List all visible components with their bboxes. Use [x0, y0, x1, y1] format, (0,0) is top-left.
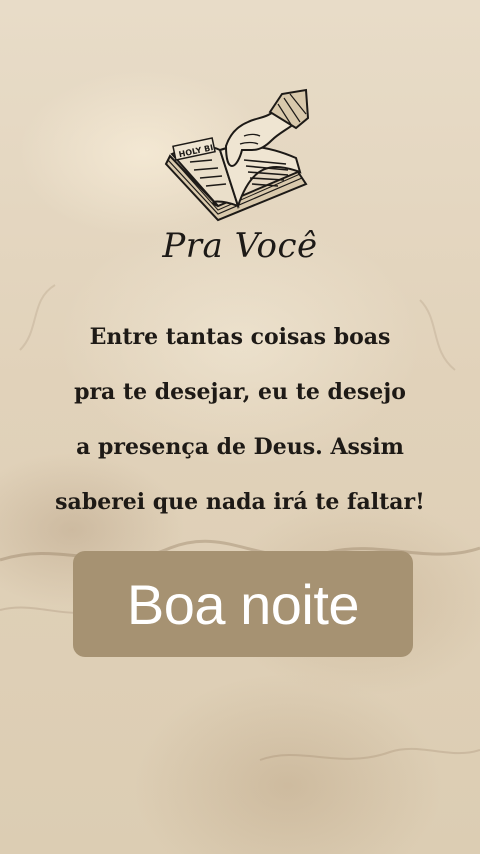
banner-label: Boa noite — [126, 572, 360, 636]
message-line: saberei que nada irá te faltar! — [55, 489, 425, 515]
message-line: a presença de Deus. Assim — [76, 434, 404, 460]
boa-noite-banner: Boa noite — [73, 551, 413, 657]
message-line: pra te desejar, eu te desejo — [74, 379, 406, 405]
card-title: Pra Você — [162, 226, 318, 266]
message-text: Entre tantas coisas boas pra te desejar,… — [40, 310, 440, 530]
open-bible-hand-icon: HOLY BI — [164, 88, 310, 222]
message-line: Entre tantas coisas boas — [89, 324, 391, 350]
